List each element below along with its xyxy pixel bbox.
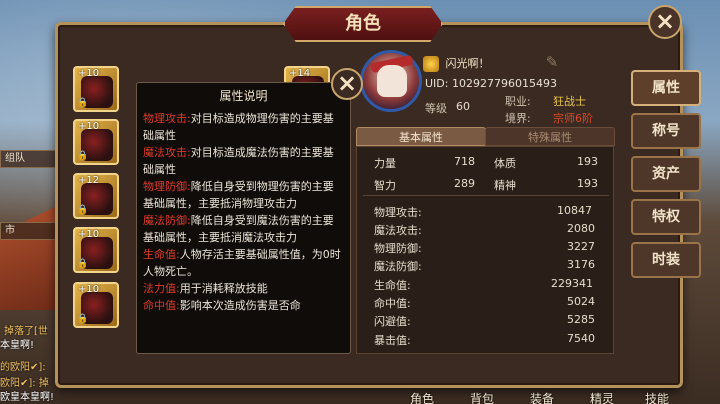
nav-spirit[interactable]: 精灵 xyxy=(590,390,614,404)
stat-value: 718 xyxy=(454,155,475,168)
tab-basic-attributes[interactable]: 基本属性 xyxy=(356,127,486,146)
popup-entry: 魔法防御:降低自身受到魔法伤害的主要基础属性，主要抵消魔法攻击力 xyxy=(143,212,344,246)
panel-title: 角色 xyxy=(283,6,443,42)
entry-key: 物理防御: xyxy=(143,180,191,193)
lock-icon: 🔒 xyxy=(77,205,89,215)
combat-stat-name: 暴击值: xyxy=(374,334,411,347)
entry-key: 命中值: xyxy=(143,299,180,312)
stat-value: 193 xyxy=(577,177,598,190)
combat-stat-name: 生命值: xyxy=(374,279,411,292)
entry-key: 物理攻击: xyxy=(143,112,191,125)
equip-level: +10 xyxy=(78,284,100,295)
equip-slot[interactable]: +10 🔒 xyxy=(73,66,119,112)
attribute-help-popup: 属性说明 物理攻击:对目标造成物理伤害的主要基础属性 魔法攻击:对目标造成魔法伤… xyxy=(136,82,351,354)
entry-key: 魔法攻击: xyxy=(143,146,191,159)
popup-entry: 命中值:影响本次造成伤害是否命 xyxy=(143,297,344,314)
side-tab-assets[interactable]: 资产 xyxy=(631,156,701,192)
popup-close-icon[interactable]: × xyxy=(331,68,363,100)
popup-entry: 魔法攻击:对目标造成魔法伤害的主要基础属性 xyxy=(143,144,344,178)
stat-name: 精神 xyxy=(494,179,516,192)
chat-line: 本皇啊! xyxy=(0,340,35,351)
nav-skills[interactable]: 技能 xyxy=(645,390,669,404)
equip-level: +10 xyxy=(78,68,100,79)
avatar-face xyxy=(377,65,407,97)
stat-name: 力量 xyxy=(374,157,396,170)
stat-name: 智力 xyxy=(374,179,396,192)
job-value: 狂战士 xyxy=(553,95,586,108)
equip-slot[interactable]: +10 🔒 xyxy=(73,119,119,165)
equip-slot[interactable]: +12 🔒 xyxy=(73,173,119,219)
popup-entry: 生命值:人物存活主要基础属性值，为0时人物死亡。 xyxy=(143,246,344,280)
player-name-row: 闪光啊！ xyxy=(423,55,490,72)
job-label: 职业: xyxy=(505,95,531,108)
level-label: 等级 xyxy=(425,102,447,115)
combat-stat-name: 物理防御: xyxy=(374,242,422,255)
equip-slot[interactable]: +10 🔒 xyxy=(73,282,119,328)
combat-stat-name: 魔法攻击: xyxy=(374,224,422,237)
combat-stat-value: 229341 xyxy=(551,277,593,290)
player-name: 闪光啊！ xyxy=(445,57,490,70)
equip-level: +12 xyxy=(78,175,100,186)
stat-value: 193 xyxy=(577,155,598,168)
lock-icon: 🔒 xyxy=(77,151,89,161)
nav-bag[interactable]: 背包 xyxy=(470,390,494,404)
combat-stat-name: 物理攻击: xyxy=(374,206,422,219)
combat-stat-name: 闪避值: xyxy=(374,315,411,328)
equip-level: +10 xyxy=(78,229,100,240)
realm-label: 境界: xyxy=(505,112,531,125)
combat-stat-value: 7540 xyxy=(567,332,595,345)
level-value: 60 xyxy=(456,100,470,113)
chat-line: 欧阳✔]: 掉 xyxy=(0,378,49,389)
realm-value: 宗师6阶 xyxy=(553,112,593,125)
chat-line: 掉落了[世 xyxy=(4,326,48,337)
lock-icon: 🔒 xyxy=(77,259,89,269)
entry-key: 法力值: xyxy=(143,282,180,295)
entry-text: 影响本次造成伤害是否命 xyxy=(179,299,301,312)
combat-stat-name: 命中值: xyxy=(374,297,411,310)
combat-stat-value: 2080 xyxy=(567,222,595,235)
stat-name: 体质 xyxy=(494,157,516,170)
combat-stat-value: 3227 xyxy=(567,240,595,253)
combat-stat-value: 5285 xyxy=(567,313,595,326)
side-tab-fashion[interactable]: 时装 xyxy=(631,242,701,278)
divider xyxy=(363,195,609,196)
popup-entry: 物理攻击:对目标造成物理伤害的主要基础属性 xyxy=(143,110,344,144)
entry-key: 生命值: xyxy=(143,248,180,261)
nav-character[interactable]: 角色 xyxy=(410,390,434,404)
market-button[interactable]: 市 xyxy=(0,222,56,240)
close-icon[interactable]: × xyxy=(648,5,682,39)
edit-icon[interactable]: ✎ xyxy=(543,53,561,71)
side-tab-titles[interactable]: 称号 xyxy=(631,113,701,149)
combat-stat-name: 魔法防御: xyxy=(374,260,422,273)
equip-slot[interactable]: +10 🔒 xyxy=(73,227,119,273)
attributes-panel: 力量 718 体质 193 智力 289 精神 193 物理攻击: 10847 … xyxy=(356,146,614,354)
player-uid: UID: 102927796015493 xyxy=(425,77,557,90)
equip-level: +10 xyxy=(78,121,100,132)
popup-entry: 法力值:用于消耗释放技能 xyxy=(143,280,344,297)
side-tab-privileges[interactable]: 特权 xyxy=(631,199,701,235)
vip-badge-icon xyxy=(423,56,439,72)
nav-equipment[interactable]: 装备 xyxy=(530,390,554,404)
avatar xyxy=(360,50,422,112)
combat-stat-value: 5024 xyxy=(567,295,595,308)
lock-icon: 🔒 xyxy=(77,314,89,324)
lock-icon: 🔒 xyxy=(77,98,89,108)
equip-level: +14 xyxy=(289,68,311,79)
popup-entry: 物理防御:降低自身受到物理伤害的主要基础属性，主要抵消物理攻击力 xyxy=(143,178,344,212)
side-tab-attributes[interactable]: 属性 xyxy=(631,70,701,106)
popup-title: 属性说明 xyxy=(219,89,268,103)
stat-value: 289 xyxy=(454,177,475,190)
bottom-nav: 角色 背包 装备 精灵 技能 xyxy=(0,390,720,404)
combat-stat-value: 3176 xyxy=(567,258,595,271)
team-button[interactable]: 组队 xyxy=(0,150,56,168)
tab-special-attributes[interactable]: 特殊属性 xyxy=(485,127,615,146)
combat-stat-value: 10847 xyxy=(557,204,592,217)
chat-line: 的欧阳✔]: xyxy=(0,362,46,373)
entry-text: 用于消耗释放技能 xyxy=(179,282,268,295)
entry-key: 魔法防御: xyxy=(143,214,191,227)
